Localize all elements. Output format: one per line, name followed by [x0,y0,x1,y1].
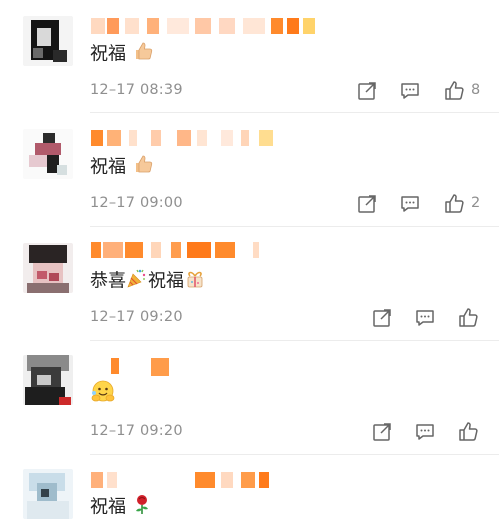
comment-item: 祝福 [0,455,499,525]
comment-text: 祝福 [90,40,154,69]
share-button[interactable] [356,80,380,102]
thumbs-up-outline-icon [459,422,478,441]
avatar[interactable] [23,16,73,66]
comment-icon [401,83,419,99]
comment-button[interactable] [399,193,423,215]
share-button[interactable] [356,193,380,215]
timestamp: 12–17 09:20 [90,423,183,439]
thumbs-up-icon [132,40,154,69]
like-button[interactable] [457,306,481,328]
comment-button[interactable] [414,307,438,329]
comment-text: 祝福 [90,493,152,522]
comment-text-value: 祝福 [90,156,126,178]
share-icon [373,423,391,441]
comment-icon [416,424,434,440]
comment-text-value: 祝福 [90,43,126,65]
thumbs-up-outline-icon [459,308,478,327]
comment-text-value: 祝福 [90,496,126,518]
comment-item: 12–17 09:20 [0,341,499,454]
comment-text: 恭喜 祝福 [90,267,206,296]
like-button[interactable] [443,192,467,214]
timestamp: 12–17 09:20 [90,309,183,325]
thumbs-up-icon [132,153,154,182]
share-icon [373,309,391,327]
share-button[interactable] [371,421,395,443]
comment-button[interactable] [414,421,438,443]
rose-icon [132,493,152,522]
gift-ribbon-icon [184,267,206,296]
like-count: 8 [471,82,481,98]
share-button[interactable] [371,307,395,329]
comment-icon [401,196,419,212]
like-count: 2 [471,195,481,211]
party-popper-icon [126,267,148,296]
avatar[interactable] [23,129,73,179]
comment-icon [416,310,434,326]
comment-item: 恭喜 祝福 12–17 09:20 [0,227,499,340]
comment-text-after: 祝福 [148,270,184,292]
comment-text-before: 恭喜 [90,270,126,292]
timestamp: 12–17 08:39 [90,82,183,98]
timestamp: 12–17 09:00 [90,195,183,211]
share-icon [358,195,376,213]
thumbs-up-outline-icon [445,194,464,213]
thumbs-up-outline-icon [445,81,464,100]
comment-item: 祝福 12–17 09:00 2 [0,113,499,226]
like-button[interactable] [457,420,481,442]
avatar[interactable] [23,243,73,293]
hugging-face-icon [90,379,116,412]
avatar[interactable] [23,469,73,519]
comment-item: 祝福 12–17 08:39 8 [0,0,499,112]
comment-button[interactable] [399,80,423,102]
like-button[interactable] [443,79,467,101]
comment-text [90,379,116,412]
share-icon [358,82,376,100]
avatar[interactable] [23,355,73,405]
comment-text: 祝福 [90,153,154,182]
